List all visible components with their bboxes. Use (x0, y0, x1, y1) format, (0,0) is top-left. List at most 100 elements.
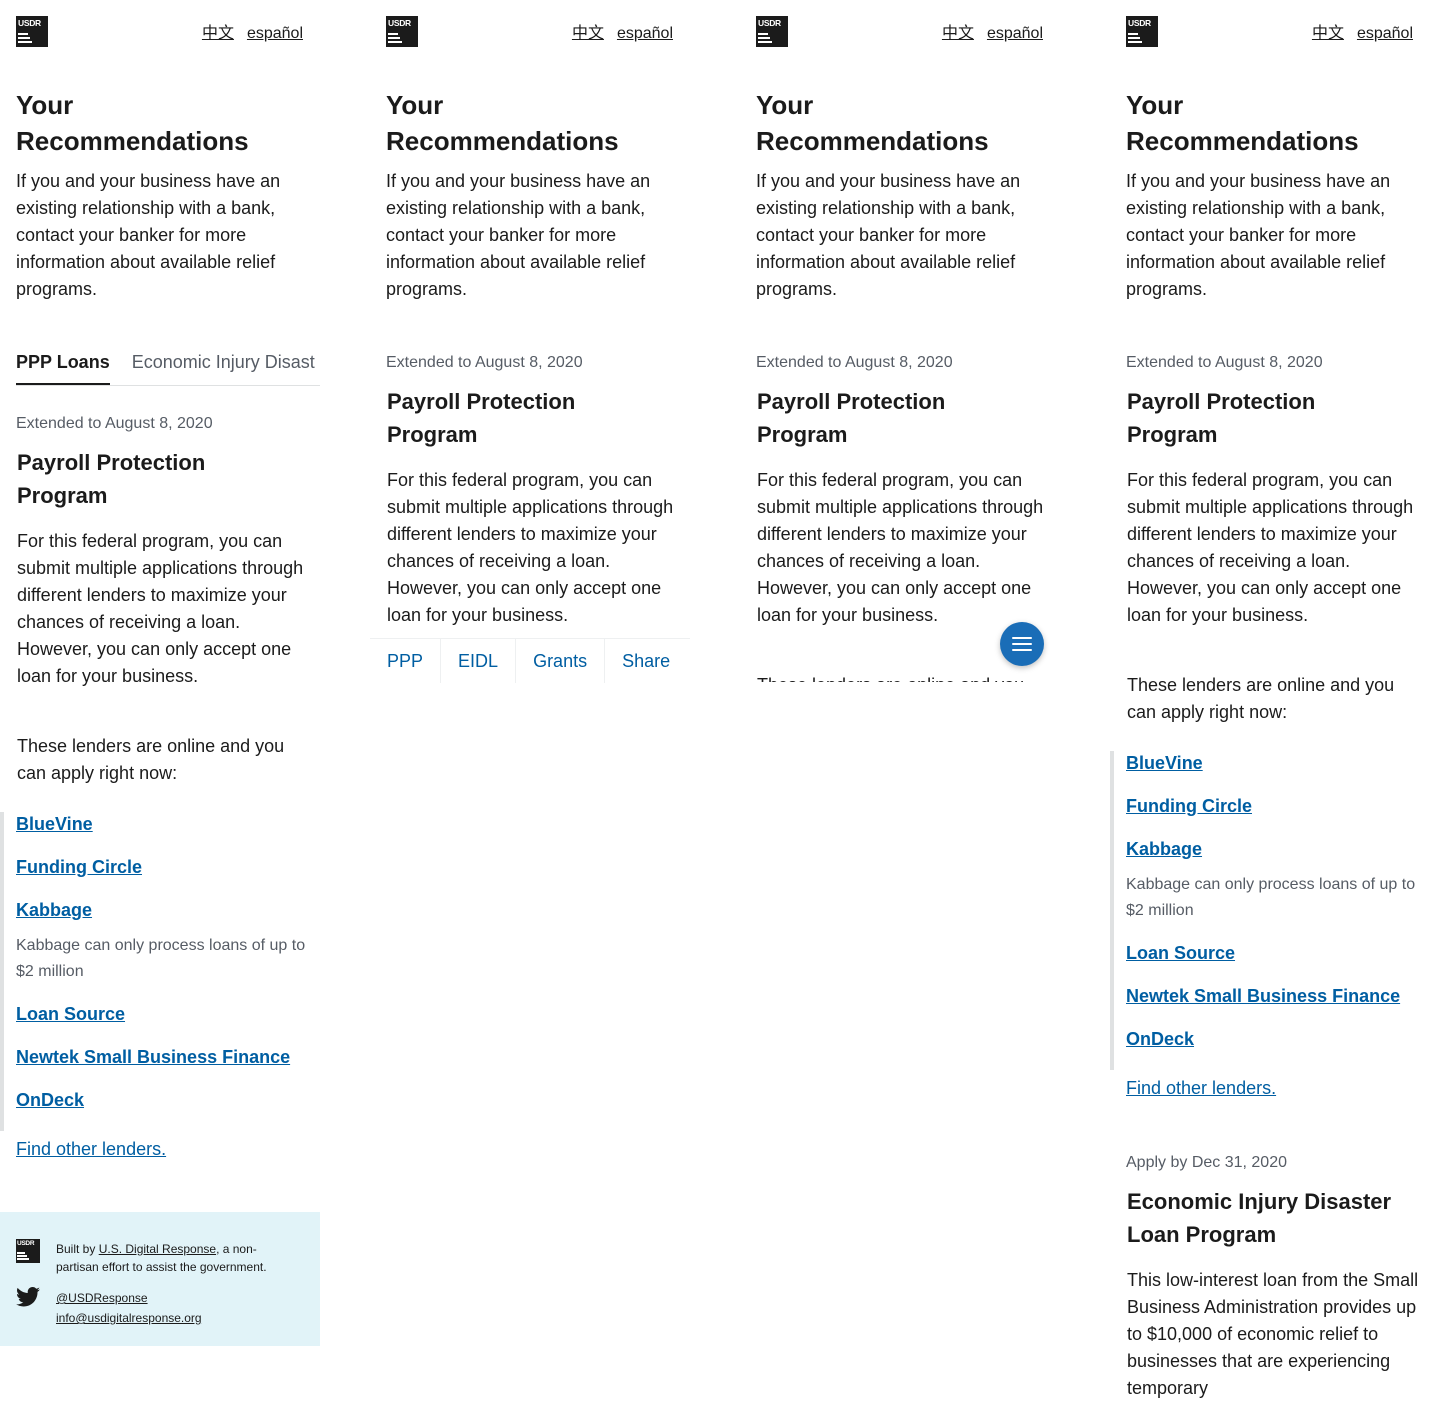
screen-scrolled-view: USDR 中文 español Your Recommendations If y… (1110, 0, 1430, 1403)
eidl-body: This low-interest loan from the Small Bu… (1127, 1270, 1419, 1398)
list-item: Newtek Small Business Finance (16, 1045, 320, 1088)
ppp-title: Payroll Protection Program (757, 389, 946, 447)
usdr-logo[interactable]: USDR (756, 16, 788, 47)
nav-ppp[interactable]: PPP (370, 639, 442, 683)
find-other-lenders-link[interactable]: Find other lenders. (16, 1139, 166, 1160)
header: USDR 中文 español (1126, 16, 1413, 48)
ppp-body: For this federal program, you can submit… (387, 470, 674, 625)
footer-built-by: Built by U.S. Digital Response, a non-pa… (56, 1242, 267, 1274)
list-item: OnDeck (16, 1088, 320, 1131)
nav-eidl[interactable]: EIDL (441, 639, 517, 683)
screen-bottom-nav-view: USDR 中文 español Your Recommendations If y… (370, 0, 690, 1403)
tab-ppp-loans[interactable]: PPP Loans (16, 344, 110, 385)
lender-link-kabbage[interactable]: Kabbage (16, 900, 92, 920)
lang-spanish-link[interactable]: español (987, 25, 1043, 42)
logo-text: USDR (18, 18, 41, 28)
list-item: BlueVine (16, 812, 320, 855)
lang-chinese-link[interactable]: 中文 (942, 25, 974, 42)
lang-chinese-link[interactable]: 中文 (572, 25, 604, 42)
usdr-logo[interactable]: USDR (1126, 16, 1158, 47)
ppp-date: Extended to August 8, 2020 (386, 354, 583, 371)
tab-eidl[interactable]: Economic Injury Disast (132, 344, 315, 385)
program-tabs: PPP Loans Economic Injury Disast (16, 344, 320, 386)
kabbage-note: Kabbage can only process loans of up to … (16, 937, 306, 980)
page-title: Your Recommendations (756, 90, 989, 156)
lender-link-loan-source[interactable]: Loan Source (16, 1004, 125, 1024)
page-title: Your Recommendations (1126, 90, 1359, 156)
lenders-intro: These lenders are online and you can app… (1127, 675, 1395, 722)
ppp-date: Extended to August 8, 2020 (16, 415, 213, 432)
lender-link-ondeck[interactable]: OnDeck (1126, 1029, 1194, 1049)
intro-text: If you and your business have an existin… (386, 171, 651, 299)
lenders-intro: These lenders are online and you can app… (17, 736, 285, 783)
twitter-handle-link[interactable]: @USDResponse (56, 1291, 148, 1305)
lang-spanish-link[interactable]: español (617, 25, 673, 42)
ppp-body: For this federal program, you can submit… (757, 470, 1044, 625)
list-item: Loan Source (16, 1002, 320, 1045)
lender-link-ondeck[interactable]: OnDeck (16, 1090, 84, 1110)
lender-list: BlueVine Funding Circle Kabbage Kabbage … (1110, 751, 1430, 1070)
intro-text: If you and your business have an existin… (16, 171, 281, 299)
ppp-title: Payroll Protection Program (17, 450, 206, 508)
logo-text: USDR (1128, 18, 1151, 28)
page-title: Your Recommendations (386, 90, 619, 156)
eidl-title: Economic Injury Disaster Loan Program (1127, 1189, 1392, 1247)
email-link[interactable]: info@usdigitalresponse.org (56, 1311, 202, 1325)
ppp-title: Payroll Protection Program (1127, 389, 1316, 447)
list-item: OnDeck (1126, 1027, 1430, 1070)
intro-text: If you and your business have an existin… (1126, 171, 1391, 299)
hamburger-icon (1012, 637, 1032, 639)
logo-text: USDR (388, 18, 411, 28)
list-item: Loan Source (1126, 941, 1430, 984)
ppp-date: Extended to August 8, 2020 (1126, 354, 1323, 371)
list-item: Funding Circle (1126, 794, 1430, 837)
lender-link-kabbage[interactable]: Kabbage (1126, 839, 1202, 859)
lender-link-funding-circle[interactable]: Funding Circle (16, 857, 142, 877)
list-item: BlueVine (1126, 751, 1430, 794)
language-switcher: 中文 español (929, 19, 1043, 43)
lender-link-loan-source[interactable]: Loan Source (1126, 943, 1235, 963)
language-switcher: 中文 español (1299, 19, 1413, 43)
lang-chinese-link[interactable]: 中文 (202, 25, 234, 42)
menu-fab-button[interactable] (1000, 622, 1044, 666)
lenders-intro: These lenders are online and you can app… (757, 672, 1052, 682)
screen-tabs-view: USDR 中文 español Your Recommendations If y… (0, 0, 320, 1403)
nav-share[interactable]: Share (605, 639, 687, 683)
lender-link-funding-circle[interactable]: Funding Circle (1126, 796, 1252, 816)
lang-chinese-link[interactable]: 中文 (1312, 25, 1344, 42)
header: USDR 中文 español (386, 16, 673, 48)
lender-link-bluevine[interactable]: BlueVine (1126, 753, 1203, 773)
intro-text: If you and your business have an existin… (756, 171, 1021, 299)
page-title: Your Recommendations (16, 90, 249, 156)
bottom-nav: PPP EIDL Grants Share (370, 638, 690, 683)
language-switcher: 中文 español (559, 19, 673, 43)
ppp-title: Payroll Protection Program (387, 389, 576, 447)
usdr-logo[interactable]: USDR (16, 16, 48, 47)
language-switcher: 中文 español (189, 19, 303, 43)
ppp-date: Extended to August 8, 2020 (756, 354, 953, 371)
footer-contact-links: @USDResponse info@usdigitalresponse.org (56, 1288, 202, 1328)
ppp-body: For this federal program, you can submit… (1127, 470, 1414, 625)
usdr-logo[interactable]: USDR (386, 16, 418, 47)
ppp-body: For this federal program, you can submit… (17, 531, 304, 686)
find-other-lenders-link[interactable]: Find other lenders. (1126, 1078, 1276, 1099)
footer-usdr-logo: USDR (16, 1239, 40, 1263)
screen-fab-view: USDR 中文 español Your Recommendations If y… (740, 0, 1060, 1403)
header: USDR 中文 español (756, 16, 1043, 48)
lang-spanish-link[interactable]: español (1357, 25, 1413, 42)
kabbage-note: Kabbage can only process loans of up to … (1126, 876, 1416, 919)
lang-spanish-link[interactable]: español (247, 25, 303, 42)
site-footer: USDR Built by U.S. Digital Response, a n… (0, 1212, 320, 1346)
logo-text: USDR (758, 18, 781, 28)
ppp-body-clip: For this federal program, you can submit… (370, 467, 690, 638)
lender-list: BlueVine Funding Circle Kabbage Kabbage … (0, 812, 320, 1131)
list-item: Funding Circle (16, 855, 320, 898)
lender-link-newtek[interactable]: Newtek Small Business Finance (16, 1047, 290, 1067)
header: USDR 中文 español (16, 16, 303, 48)
lender-link-bluevine[interactable]: BlueVine (16, 814, 93, 834)
lenders-intro-clip: These lenders are online and you can app… (740, 672, 1060, 682)
lender-link-newtek[interactable]: Newtek Small Business Finance (1126, 986, 1400, 1006)
nav-grants[interactable]: Grants (516, 639, 606, 683)
usdr-link[interactable]: U.S. Digital Response (99, 1242, 216, 1256)
eidl-date: Apply by Dec 31, 2020 (1126, 1154, 1287, 1171)
